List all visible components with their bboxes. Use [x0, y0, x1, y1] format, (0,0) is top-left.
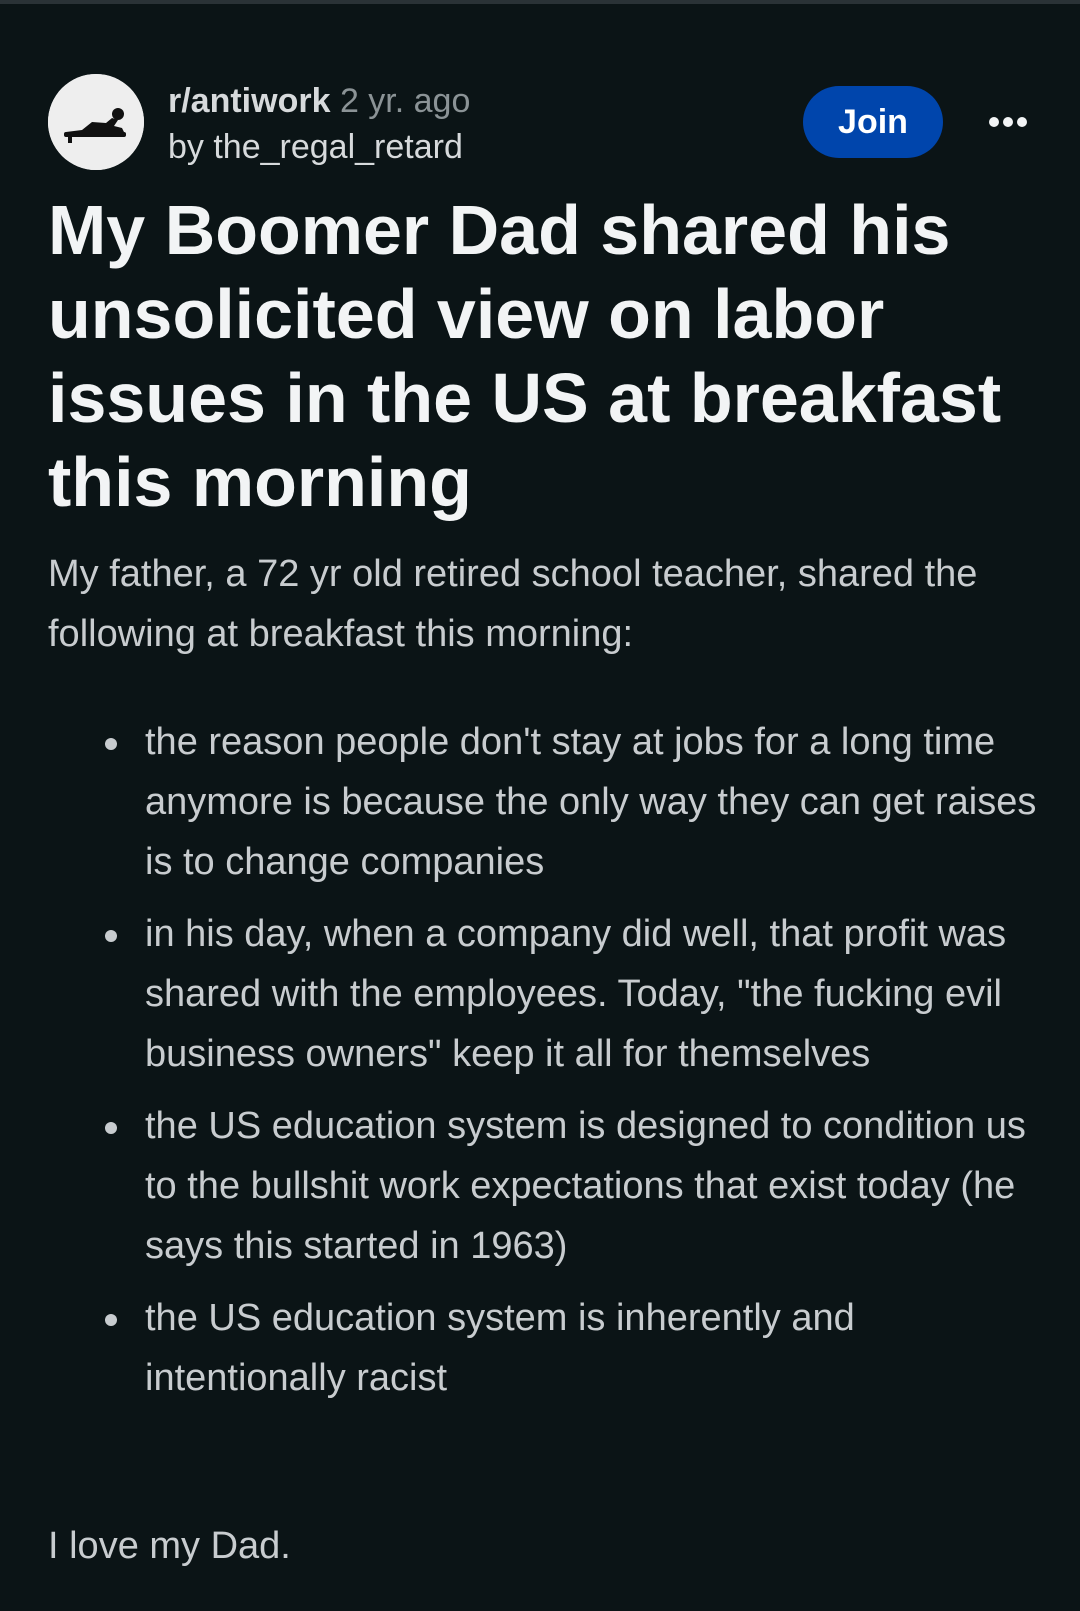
list-item: the US education system is inherently an…	[48, 1288, 1038, 1408]
more-options-button[interactable]	[978, 98, 1038, 146]
join-button[interactable]: Join	[803, 86, 943, 158]
meta-line-subreddit: r/antiwork 2 yr. ago	[168, 78, 470, 124]
bullet-dot	[105, 1314, 117, 1326]
bullet-dot	[105, 930, 117, 942]
list-item: the reason people don't stay at jobs for…	[48, 712, 1038, 892]
post-author[interactable]: by the_regal_retard	[168, 124, 470, 170]
subreddit-avatar[interactable]	[48, 74, 144, 170]
post-intro: My father, a 72 yr old retired school te…	[48, 553, 978, 655]
list-item-text: the US education system is designed to c…	[145, 1105, 1026, 1267]
bullet-dot	[105, 738, 117, 750]
post-closing: I love my Dad.	[48, 1525, 291, 1567]
list-item: in his day, when a company did well, tha…	[48, 904, 1038, 1084]
post-age: 2 yr. ago	[339, 82, 471, 120]
subreddit-name[interactable]: r/antiwork	[168, 82, 330, 120]
list-item-text: the US education system is inherently an…	[145, 1297, 855, 1399]
bullet-list: the reason people don't stay at jobs for…	[48, 712, 1038, 1420]
post-body: My father, a 72 yr old retired school te…	[48, 544, 1038, 664]
post-meta: r/antiwork 2 yr. ago by the_regal_retard	[168, 78, 470, 170]
list-item-text: in his day, when a company did well, tha…	[145, 913, 1007, 1075]
list-item-text: the reason people don't stay at jobs for…	[145, 721, 1037, 883]
post-title[interactable]: My Boomer Dad shared his unsolicited vie…	[48, 188, 1038, 524]
more-options-icon	[989, 117, 1027, 127]
reclining-figure-icon	[48, 74, 144, 170]
list-item: the US education system is designed to c…	[48, 1096, 1038, 1276]
post-header: r/antiwork 2 yr. ago by the_regal_retard…	[48, 74, 1032, 174]
top-divider	[0, 0, 1080, 4]
bullet-dot	[105, 1122, 117, 1134]
